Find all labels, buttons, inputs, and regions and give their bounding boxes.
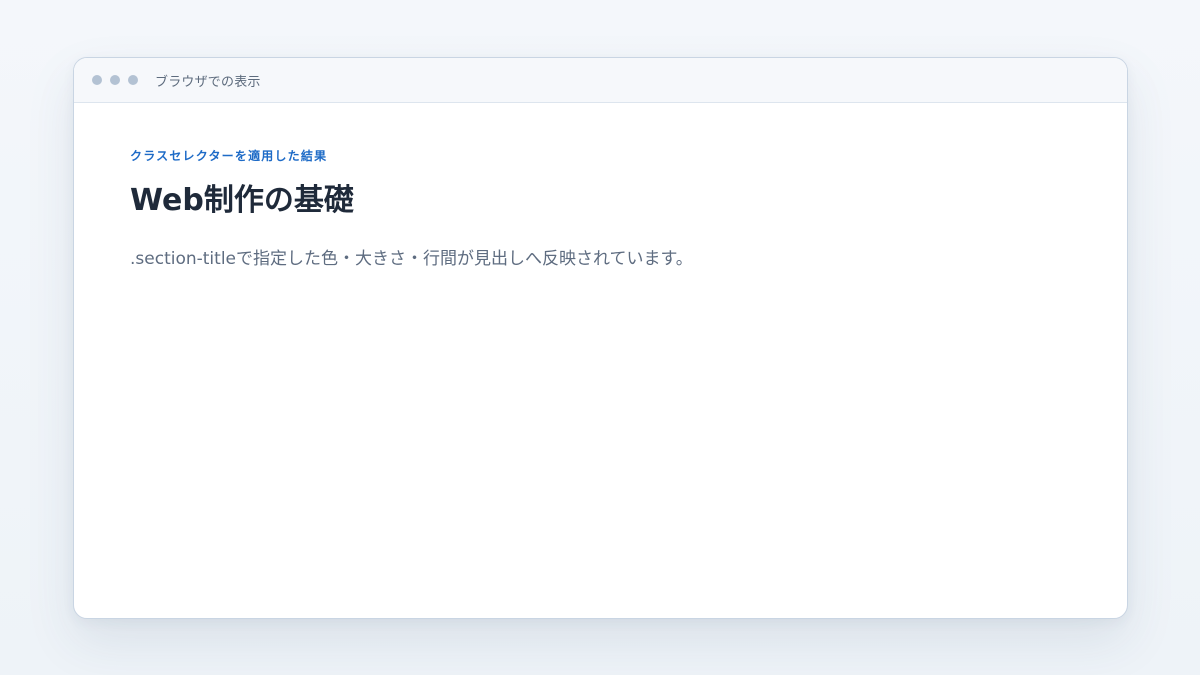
window-title: ブラウザでの表示: [155, 74, 261, 90]
description-text: .section-titleで指定した色・大きさ・行間が見出しへ反映されています…: [130, 249, 693, 269]
window-dot-maximize[interactable]: [128, 75, 138, 85]
eyebrow-label: クラスセレクターを適用した結果: [130, 149, 328, 163]
page-content: クラスセレクターを適用した結果 Web制作の基礎 .section-titleで…: [74, 103, 1127, 272]
browser-window: ブラウザでの表示 クラスセレクターを適用した結果 Web制作の基礎 .secti…: [73, 57, 1128, 619]
window-controls: [92, 75, 138, 85]
window-dot-minimize[interactable]: [110, 75, 120, 85]
window-titlebar: ブラウザでの表示: [74, 58, 1127, 103]
page-title: Web制作の基礎: [130, 183, 354, 218]
window-dot-close[interactable]: [92, 75, 102, 85]
